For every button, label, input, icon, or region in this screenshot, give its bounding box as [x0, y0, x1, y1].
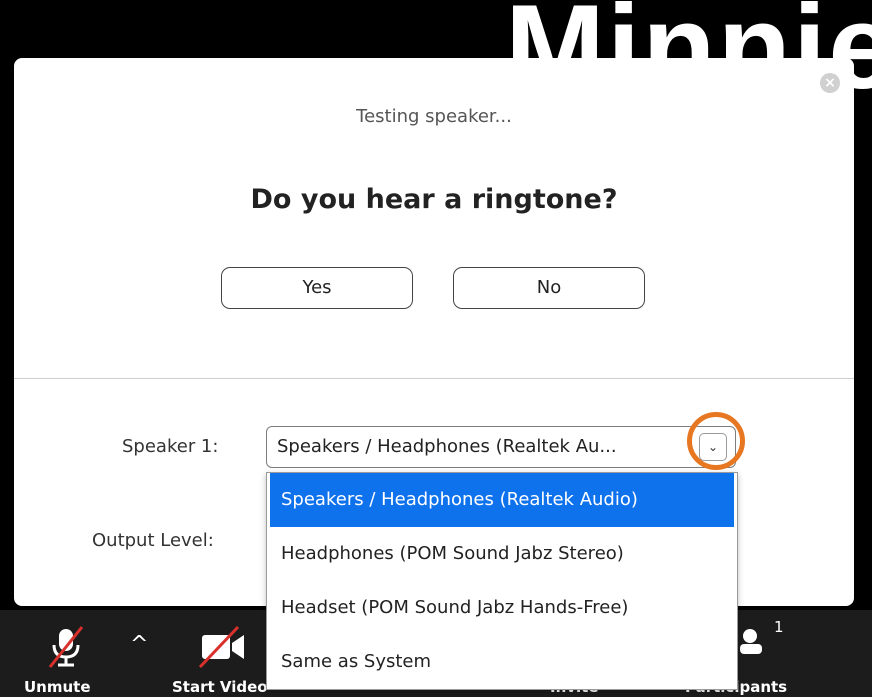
participants-icon [740, 629, 762, 654]
unmute-button[interactable] [46, 625, 86, 673]
chevron-down-icon[interactable]: ⌄ [699, 433, 727, 461]
dropdown-option-same-as-system[interactable]: Same as System [267, 635, 737, 689]
participants-button[interactable] [738, 616, 768, 660]
dropdown-option-headset-pom[interactable]: Headset (POM Sound Jabz Hands-Free) [267, 581, 737, 635]
start-video-button[interactable] [198, 625, 246, 673]
no-button[interactable]: No [453, 267, 645, 309]
divider [14, 378, 854, 379]
speaker-select-value: Speakers / Headphones (Realtek Au... [277, 436, 617, 457]
yes-button[interactable]: Yes [221, 267, 413, 309]
audio-options-caret-icon[interactable]: ^ [130, 632, 148, 657]
speaker-select[interactable]: Speakers / Headphones (Realtek Au... ⌄ [266, 426, 736, 468]
speaker-label: Speaker 1: [122, 436, 219, 457]
start-video-label[interactable]: Start Video [172, 678, 268, 696]
testing-status-text: Testing speaker... [356, 106, 512, 127]
dropdown-option-headphones-pom[interactable]: Headphones (POM Sound Jabz Stereo) [267, 527, 737, 581]
close-icon[interactable]: × [820, 73, 840, 93]
speaker-dropdown-list: Speakers / Headphones (Realtek Audio) He… [266, 472, 738, 690]
muted-microphone-icon [48, 626, 84, 668]
ringtone-question: Do you hear a ringtone? [250, 184, 618, 215]
unmute-label[interactable]: Unmute [24, 678, 91, 696]
video-off-icon [198, 625, 244, 669]
participants-count: 1 [774, 618, 784, 636]
output-level-label: Output Level: [92, 530, 214, 551]
dropdown-option-speakers-headphones[interactable]: Speakers / Headphones (Realtek Audio) [270, 473, 734, 527]
